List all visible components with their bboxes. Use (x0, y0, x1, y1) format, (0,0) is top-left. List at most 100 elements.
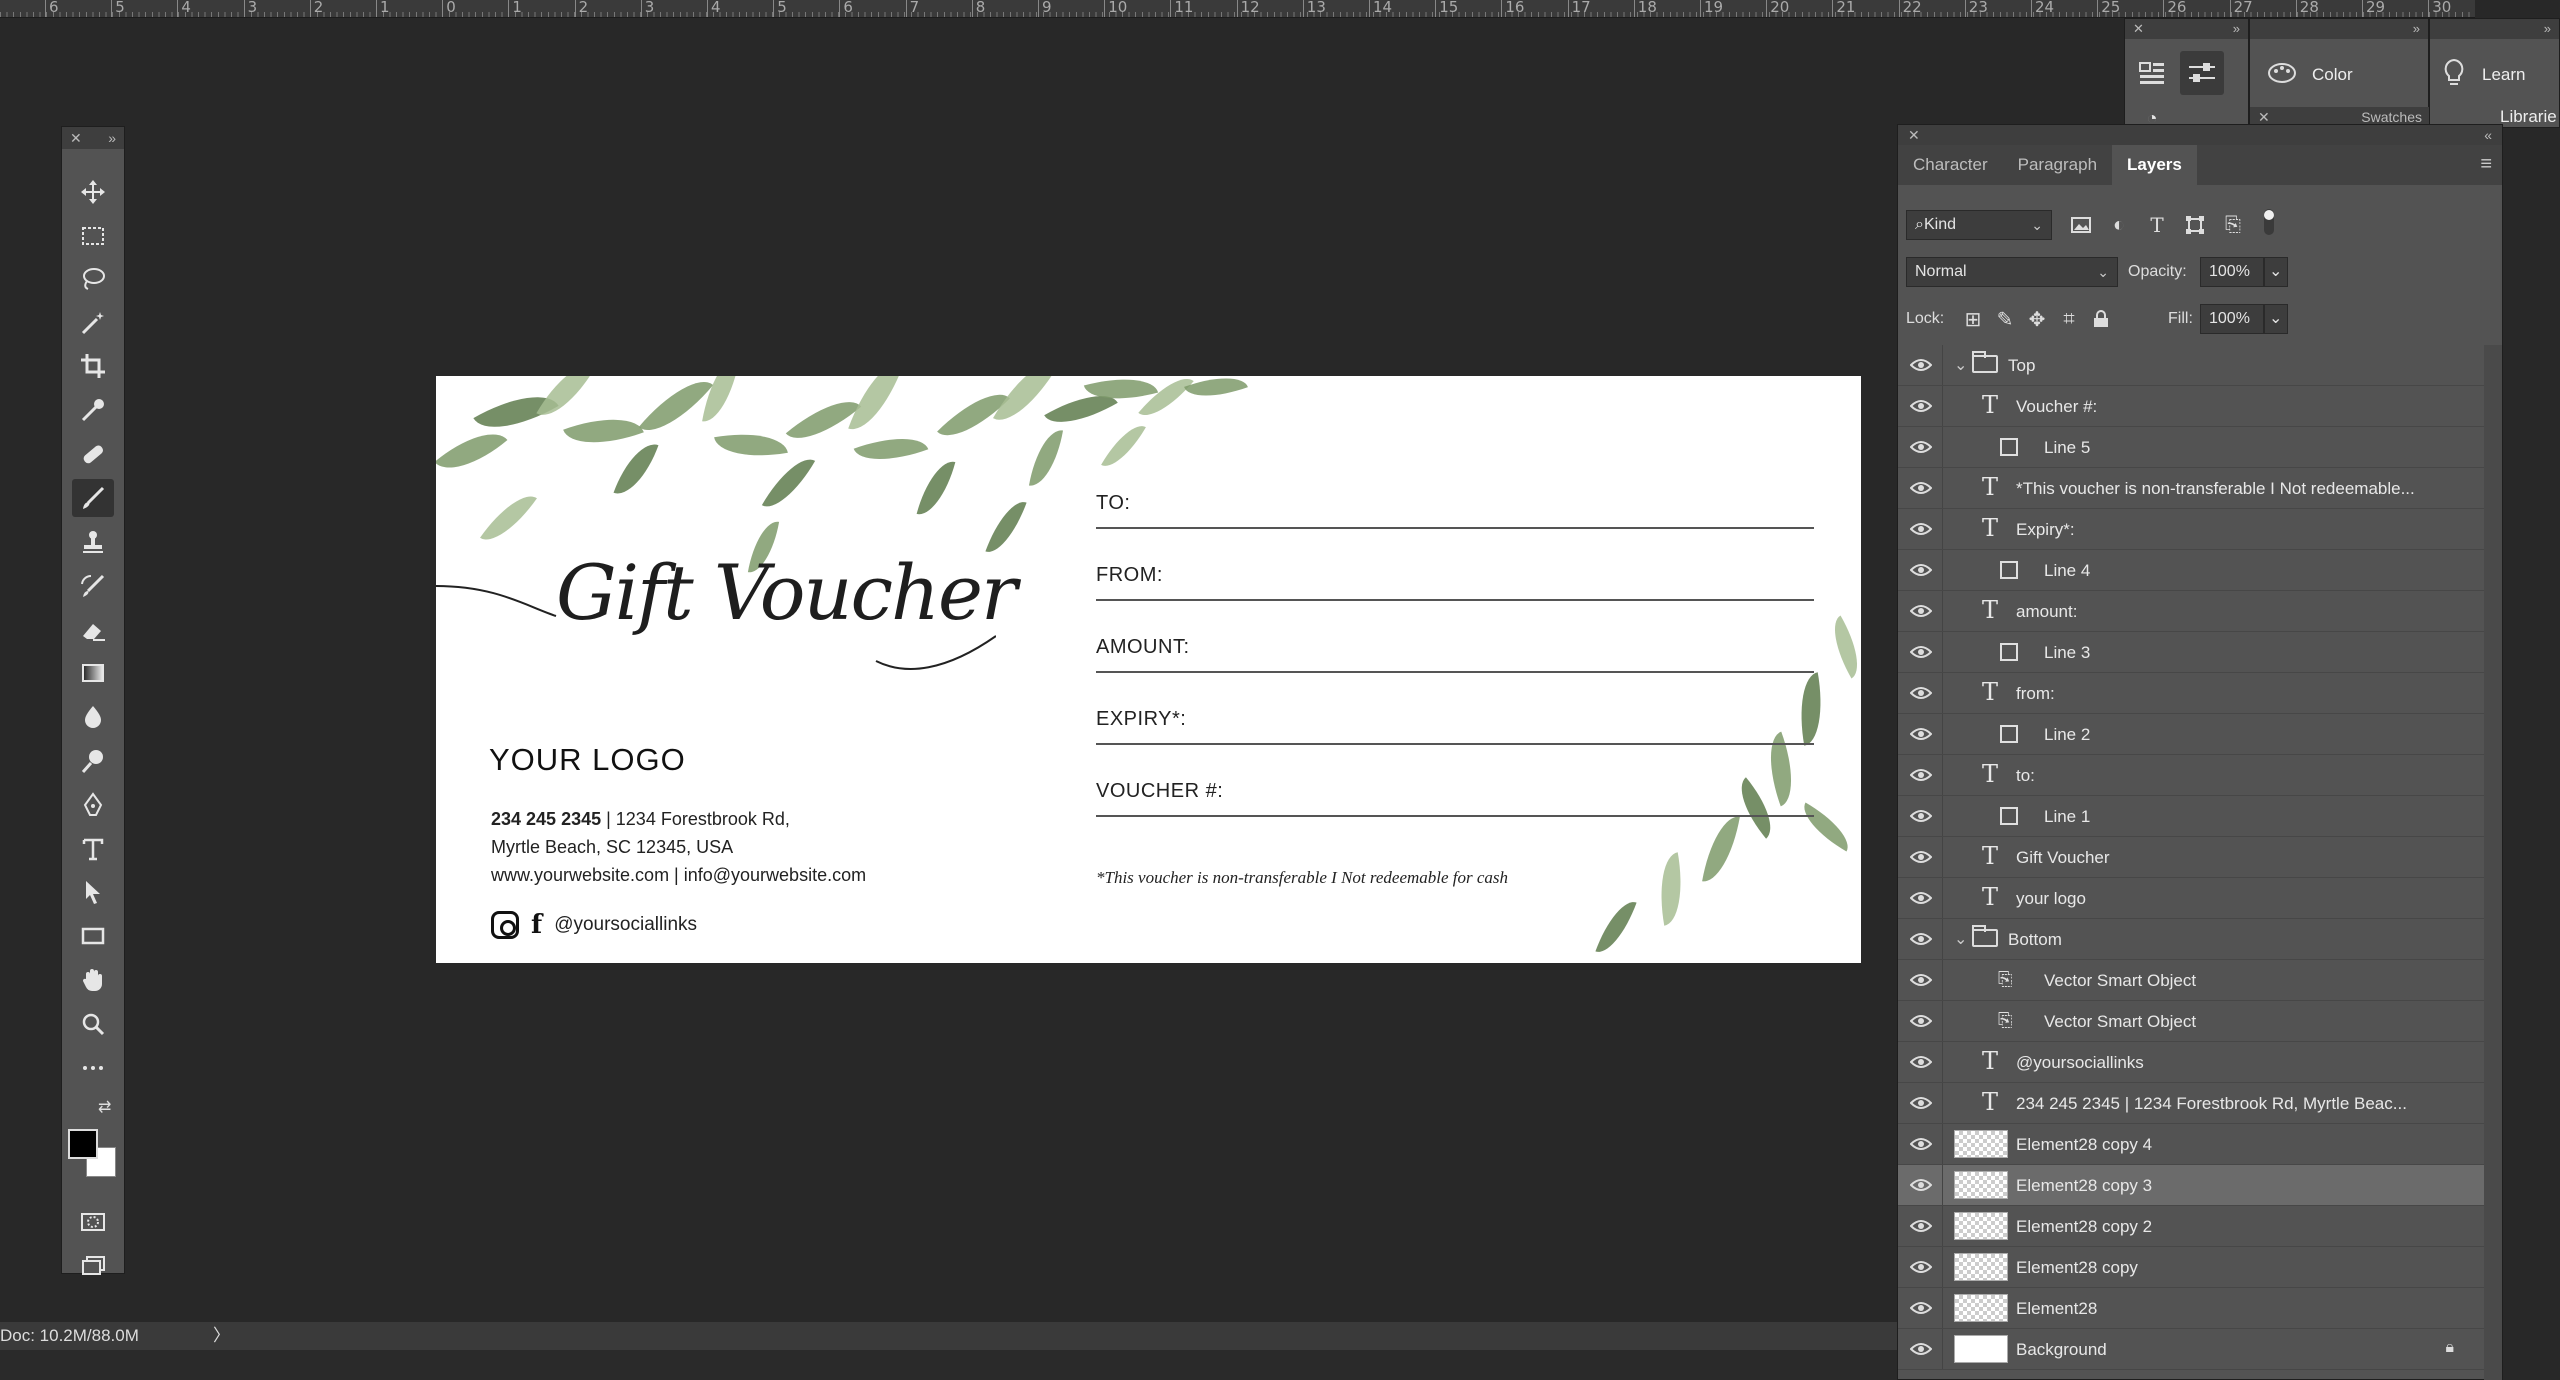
layer-row[interactable]: Tto: (1898, 755, 2484, 796)
healing-brush-tool-icon[interactable] (72, 435, 114, 473)
layer-row[interactable]: T Expiry*: (1898, 509, 2484, 550)
panel-menu-icon[interactable]: ≡ (2480, 153, 2492, 176)
eye-icon[interactable] (1910, 849, 1932, 865)
adjustments-icon[interactable] (2180, 51, 2224, 95)
eye-icon[interactable] (1910, 767, 1932, 783)
lock-transparent-pixels-icon[interactable]: ⊞ (1960, 306, 1986, 332)
close-icon[interactable]: ✕ (2133, 19, 2144, 39)
filter-toggle-icon[interactable] (2256, 209, 2282, 235)
tab-layers[interactable]: Layers (2112, 145, 2197, 185)
type-filter-icon[interactable]: T (2144, 212, 2170, 238)
status-menu-arrow[interactable]: 〉 (213, 1322, 230, 1350)
eye-icon[interactable] (1910, 644, 1932, 660)
eye-icon[interactable] (1910, 931, 1932, 947)
lock-artboard-icon[interactable]: ⌗ (2056, 306, 2082, 332)
collapse-icon[interactable]: » (2413, 19, 2420, 39)
lasso-tool-icon[interactable] (72, 260, 114, 298)
eye-icon[interactable] (1910, 808, 1932, 824)
layers-scrollbar[interactable] (2484, 345, 2502, 1380)
eye-icon[interactable] (1910, 480, 1932, 496)
layer-row[interactable]: T 234 245 2345 | 1234 Forestbrook Rd, Myr… (1898, 1083, 2484, 1124)
hand-tool-icon[interactable] (72, 961, 114, 999)
move-tool-icon[interactable] (72, 173, 114, 211)
eraser-tool-icon[interactable] (72, 611, 114, 649)
layer-row[interactable]: T @yoursociallinks (1898, 1042, 2484, 1083)
layer-row[interactable]: ⎘ Vector Smart Object (1898, 960, 2484, 1001)
horizontal-ruler[interactable]: 6 5 4 3 2 1 0 1 2 3 4 5 6 7 8 9 10 11 12 13 14 15 16 17 18 19 20 21… (0, 0, 2475, 18)
filter-kind-dropdown[interactable]: ⌕Kind ⌄ (1906, 210, 2052, 240)
eye-icon[interactable] (1910, 439, 1932, 455)
zoom-tool-icon[interactable] (72, 1005, 114, 1043)
eye-icon[interactable] (1910, 1054, 1932, 1070)
layer-row[interactable]: Element28 copy 2 (1898, 1206, 2484, 1247)
layer-row[interactable]: ⎘ Vector Smart Object (1898, 1001, 2484, 1042)
eye-icon[interactable] (1910, 726, 1932, 742)
chevron-down-icon[interactable]: ⌄ (1954, 355, 1967, 375)
layer-row[interactable]: T *This voucher is non-transferable I Not… (1898, 468, 2484, 509)
layer-row[interactable]: Line 1 (1898, 796, 2484, 837)
layer-row[interactable]: Element28 (1898, 1288, 2484, 1329)
layer-row[interactable]: Line 4 (1898, 550, 2484, 591)
eyedropper-tool-icon[interactable] (72, 391, 114, 429)
crop-tool-icon[interactable] (72, 347, 114, 385)
shape-filter-icon[interactable] (2182, 212, 2208, 238)
libraries-panel-icon[interactable] (2130, 51, 2174, 95)
eye-icon[interactable] (1910, 972, 1932, 988)
blur-tool-icon[interactable] (72, 698, 114, 736)
layer-row[interactable]: ⌄ Bottom (1898, 919, 2484, 960)
eye-icon[interactable] (1910, 1341, 1932, 1357)
eye-icon[interactable] (1910, 685, 1932, 701)
gradient-tool-icon[interactable] (72, 654, 114, 692)
layer-row[interactable]: Tyour logo (1898, 878, 2484, 919)
marquee-tool-icon[interactable] (72, 217, 114, 255)
pen-tool-icon[interactable] (72, 786, 114, 824)
type-tool-icon[interactable] (72, 830, 114, 868)
layer-row[interactable]: Element28 copy (1898, 1247, 2484, 1288)
clone-stamp-tool-icon[interactable] (72, 523, 114, 561)
close-icon[interactable]: ✕ (70, 127, 82, 149)
tab-paragraph[interactable]: Paragraph (2003, 145, 2112, 185)
layer-row[interactable]: T Voucher #: (1898, 386, 2484, 427)
layer-row[interactable]: Element28 copy 3 (1898, 1165, 2484, 1206)
more-tools-icon[interactable] (72, 1049, 114, 1087)
dodge-tool-icon[interactable] (72, 742, 114, 780)
learn-panel-label[interactable]: Learn (2482, 65, 2525, 85)
libraries-panel-label[interactable]: Librarie (2500, 107, 2557, 127)
lock-position-icon[interactable]: ✥ (2024, 306, 2050, 332)
layer-row[interactable]: ⌄ Top (1898, 345, 2484, 386)
layer-row[interactable]: Tfrom: (1898, 673, 2484, 714)
eye-icon[interactable] (1910, 1218, 1932, 1234)
rectangle-tool-icon[interactable] (72, 917, 114, 955)
history-brush-tool-icon[interactable] (72, 567, 114, 605)
pixel-filter-icon[interactable] (2068, 212, 2094, 238)
opacity-input[interactable]: 100% (2200, 257, 2264, 287)
fill-slider-button[interactable]: ⌄ (2264, 304, 2288, 334)
eye-icon[interactable] (1910, 562, 1932, 578)
lightbulb-icon[interactable] (2432, 51, 2476, 95)
eye-icon[interactable] (1910, 357, 1932, 373)
layer-row[interactable]: T Gift Voucher (1898, 837, 2484, 878)
eye-icon[interactable] (1910, 398, 1932, 414)
quick-mask-icon[interactable] (72, 1203, 114, 1241)
swap-colors-icon[interactable]: ⇄ (98, 1097, 111, 1117)
collapse-icon[interactable]: » (108, 127, 116, 149)
lock-image-pixels-icon[interactable]: ✎ (1992, 306, 2018, 332)
brush-tool-icon[interactable] (72, 479, 114, 517)
eye-icon[interactable] (1910, 1136, 1932, 1152)
collapse-icon[interactable]: » (2544, 19, 2551, 39)
adjustment-filter-icon[interactable]: ◐ (2106, 212, 2132, 238)
lock-all-icon[interactable] (2088, 306, 2114, 332)
layer-row[interactable]: Line 2 (1898, 714, 2484, 755)
collapse-icon[interactable]: » (2233, 19, 2240, 39)
color-panel-label[interactable]: Color (2312, 65, 2353, 85)
document-canvas[interactable]: Gift Voucher YOUR LOGO 234 245 2345 | 12… (436, 376, 1861, 963)
layer-row[interactable]: Tamount: (1898, 591, 2484, 632)
eye-icon[interactable] (1910, 1300, 1932, 1316)
eye-icon[interactable] (1910, 603, 1932, 619)
eye-icon[interactable] (1910, 521, 1932, 537)
collapse-icon[interactable]: « (2484, 125, 2492, 145)
layer-row[interactable]: Line 3 (1898, 632, 2484, 673)
eye-icon[interactable] (1910, 1259, 1932, 1275)
eye-icon[interactable] (1910, 890, 1932, 906)
tab-character[interactable]: Character (1898, 145, 2003, 185)
